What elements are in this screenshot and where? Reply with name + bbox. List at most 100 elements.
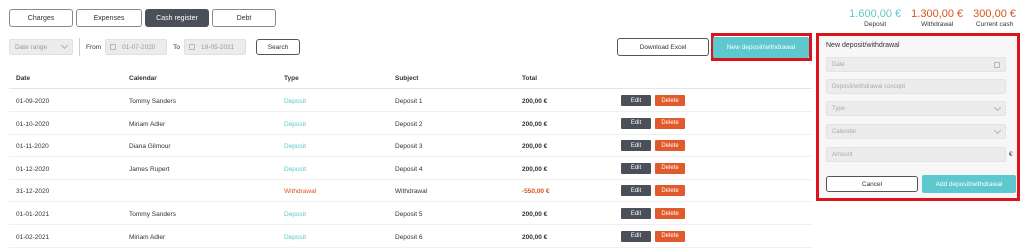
amount-field-placeholder: Amount — [832, 151, 853, 158]
table-row: 31-12-2020 Withdrawal Withdrawal -550,00 € E… — [9, 180, 812, 203]
to-date-value: 19-05-2021 — [201, 43, 235, 51]
deposit-total: 1.600,00 € Deposit — [849, 8, 901, 28]
type-select-placeholder: Type — [832, 105, 846, 112]
table-row: 01-01-2021 Tommy Sanders Deposit Deposit 5 2… — [9, 203, 812, 225]
row-total: 200,00 € — [522, 98, 548, 105]
panel-title: New deposit/withdrawal — [826, 42, 900, 49]
search-button[interactable]: Search — [256, 39, 301, 55]
row-type: Deposit — [284, 165, 307, 173]
tab-expenses[interactable]: Expenses — [76, 9, 142, 27]
row-total: 200,00 € — [522, 143, 548, 151]
header-total: Total — [522, 75, 538, 82]
row-subject: Deposit 5 — [395, 211, 423, 218]
table-header: Date Calendar Type Subject Total — [9, 67, 812, 89]
row-subject: Deposit 3 — [395, 143, 423, 151]
to-date-input[interactable]: 19-05-2021 — [184, 39, 247, 55]
table-row: 01-10-2020 Miriam Adler Deposit Deposit 2 20… — [9, 113, 812, 135]
from-date-input[interactable]: 01-07-2020 — [105, 39, 168, 55]
tab-cash-register[interactable]: Cash register — [145, 9, 209, 27]
table-row: 01-11-2020 Diana Gilmour Deposit Deposit 3 2… — [9, 135, 812, 158]
row-subject: Deposit 6 — [395, 233, 423, 241]
delete-button[interactable]: Delete — [655, 185, 685, 197]
from-label: From — [86, 43, 102, 51]
row-type: Deposit — [284, 211, 307, 218]
edit-button[interactable]: Edit — [621, 230, 651, 242]
delete-button[interactable]: Delete — [655, 162, 685, 174]
calendar-icon — [994, 61, 1000, 68]
row-type: Withdrawal — [284, 188, 317, 196]
tab-charges[interactable]: Charges — [9, 9, 73, 27]
row-type: Deposit — [284, 120, 307, 128]
table-row: 01-09-2020 Tommy Sanders Deposit Deposit 1 2… — [9, 90, 812, 112]
edit-button[interactable]: Edit — [621, 140, 651, 152]
row-calendar: James Rupert — [129, 165, 170, 173]
edit-button[interactable]: Edit — [621, 95, 651, 106]
delete-button[interactable]: Delete — [655, 95, 685, 106]
chevron-down-icon — [60, 41, 69, 50]
row-date: 01-01-2021 — [16, 211, 50, 218]
delete-button[interactable]: Delete — [655, 208, 685, 219]
row-total: 200,00 € — [522, 120, 548, 128]
withdrawal-total-amount: 1.300,00 € — [911, 8, 964, 20]
row-date: 01-10-2020 — [16, 120, 50, 128]
date-range-select[interactable]: Date range — [9, 39, 73, 55]
table-row: 01-02-2021 Miriam Adler Deposit Deposit 6 20… — [9, 226, 812, 248]
chevron-down-icon — [993, 103, 1002, 111]
from-date-value: 01-07-2020 — [122, 43, 156, 51]
to-label: To — [173, 43, 181, 51]
row-total: -550,00 € — [522, 188, 550, 196]
cancel-button[interactable]: Cancel — [826, 176, 918, 192]
download-excel-button[interactable]: Download Excel — [617, 38, 709, 56]
calendar-select[interactable]: Calendar — [826, 124, 1006, 139]
new-entry-panel: New deposit/withdrawal Date Deposit/with… — [816, 33, 1020, 201]
row-date: 01-12-2020 — [16, 165, 50, 173]
calendar-icon — [110, 44, 117, 50]
edit-button[interactable]: Edit — [621, 117, 651, 129]
amount-field[interactable]: Amount — [826, 147, 1006, 162]
edit-button[interactable]: Edit — [621, 208, 651, 219]
current-cash-amount: 300,00 € — [973, 8, 1016, 20]
chevron-down-icon — [993, 126, 1002, 134]
date-range-label: Date range — [15, 43, 48, 51]
transactions-table: Date Calendar Type Subject Total 01-09-2… — [9, 67, 812, 251]
new-deposit-withdrawal-button[interactable]: New deposit/withdrawal — [713, 37, 809, 58]
row-total: 200,00 € — [522, 233, 548, 241]
section-tabs: Charges Expenses Cash register Debt — [9, 9, 276, 27]
delete-button[interactable]: Delete — [655, 140, 685, 152]
currency-symbol: € — [1009, 151, 1013, 158]
header-type: Type — [284, 75, 299, 82]
current-cash-total: 300,00 € Current cash — [973, 8, 1016, 28]
row-subject: Deposit 1 — [395, 98, 423, 105]
date-field-placeholder: Date — [832, 61, 845, 68]
deposit-total-caption: Deposit — [864, 21, 887, 28]
row-date: 01-09-2020 — [16, 98, 50, 105]
row-date: 01-02-2021 — [16, 233, 50, 241]
header-date: Date — [16, 75, 31, 82]
edit-button[interactable]: Edit — [621, 185, 651, 197]
delete-button[interactable]: Delete — [655, 230, 685, 242]
filter-bar: Date range From 01-07-2020 To 19-05-2021… — [9, 38, 301, 56]
header-subject: Subject — [395, 75, 419, 82]
date-field[interactable]: Date — [826, 57, 1006, 72]
header-calendar: Calendar — [129, 75, 157, 82]
current-cash-caption: Current cash — [975, 21, 1014, 28]
row-subject: Deposit 4 — [395, 165, 423, 173]
delete-button[interactable]: Delete — [655, 117, 685, 129]
tab-debt[interactable]: Debt — [212, 9, 276, 27]
row-total: 200,00 € — [522, 211, 548, 218]
row-date: 31-12-2020 — [16, 188, 50, 196]
edit-button[interactable]: Edit — [621, 162, 651, 174]
concept-field[interactable]: Deposit/withdrawal concept — [826, 79, 1006, 94]
add-deposit-withdrawal-button[interactable]: Add deposit/withdrawal — [922, 175, 1016, 193]
row-subject: Deposit 2 — [395, 120, 423, 128]
row-total: 200,00 € — [522, 165, 548, 173]
row-type: Deposit — [284, 233, 307, 241]
calendar-icon — [189, 44, 196, 50]
row-calendar: Miriam Adler — [129, 233, 166, 241]
concept-field-placeholder: Deposit/withdrawal concept — [832, 83, 906, 90]
row-subject: Withdrawal — [395, 188, 428, 196]
type-select[interactable]: Type — [826, 101, 1006, 116]
totals-summary: 1.600,00 € Deposit 1.300,00 € Withdrawal… — [849, 8, 1016, 28]
row-type: Deposit — [284, 98, 307, 105]
table-row: 01-12-2020 James Rupert Deposit Deposit 4 20… — [9, 158, 812, 180]
